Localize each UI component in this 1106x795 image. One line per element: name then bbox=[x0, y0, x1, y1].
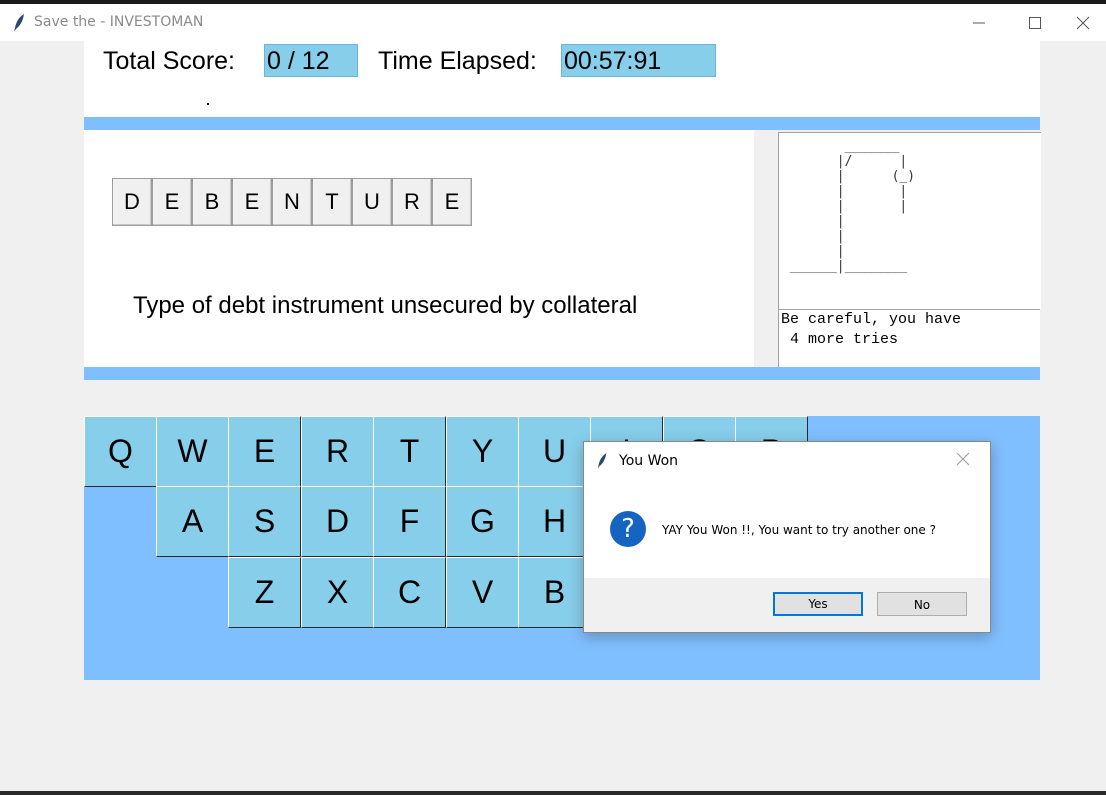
time-elapsed-field[interactable]: 00:57:91 bbox=[561, 44, 716, 77]
tries-line-1: Be careful, you have bbox=[781, 311, 962, 328]
dialog-message: YAY You Won !!, You want to try another … bbox=[662, 523, 936, 537]
dialog-close-icon[interactable] bbox=[956, 452, 970, 466]
key-r[interactable]: R bbox=[301, 416, 374, 487]
time-elapsed-label: Time Elapsed: bbox=[378, 47, 537, 75]
close-button[interactable] bbox=[1060, 4, 1106, 41]
key-b[interactable]: B bbox=[518, 557, 591, 628]
letter-tile: E bbox=[232, 178, 272, 226]
key-z[interactable]: Z bbox=[228, 557, 301, 628]
key-d[interactable]: D bbox=[301, 486, 374, 557]
letter-tile: B bbox=[192, 178, 232, 226]
key-w[interactable]: W bbox=[156, 416, 229, 487]
key-h[interactable]: H bbox=[518, 486, 591, 557]
dot-mark bbox=[207, 103, 209, 105]
letter-tile: U bbox=[352, 178, 392, 226]
you-won-dialog: You Won ? YAY You Won !!, You want to tr… bbox=[583, 441, 991, 633]
window-title: Save the - INVESTOMAN bbox=[34, 14, 204, 30]
key-t[interactable]: T bbox=[373, 416, 446, 487]
letter-tile: E bbox=[432, 178, 472, 226]
letter-tile: D bbox=[112, 178, 152, 226]
yes-button[interactable]: Yes bbox=[773, 592, 863, 616]
tries-line-2: 4 more tries bbox=[781, 331, 899, 348]
divider-bar-bottom bbox=[84, 367, 1040, 380]
key-g[interactable]: G bbox=[446, 486, 519, 557]
close-icon bbox=[1076, 16, 1090, 30]
dialog-title: You Won bbox=[619, 453, 679, 469]
maximize-icon bbox=[1029, 17, 1041, 29]
maximize-button[interactable] bbox=[1012, 4, 1058, 41]
tries-message: Be careful, you have 4 more tries bbox=[778, 309, 1040, 367]
divider-bar-top bbox=[84, 117, 1040, 130]
letter-tile: N bbox=[272, 178, 312, 226]
window-titlebar[interactable]: Save the - INVESTOMAN bbox=[0, 4, 1106, 41]
question-icon: ? bbox=[610, 511, 646, 547]
key-a[interactable]: A bbox=[156, 486, 229, 557]
window-bottom-border bbox=[0, 791, 1106, 795]
total-score-label: Total Score: bbox=[103, 47, 236, 75]
dialog-footer: Yes No bbox=[584, 578, 990, 632]
key-v[interactable]: V bbox=[446, 557, 519, 628]
key-u[interactable]: U bbox=[518, 416, 591, 487]
key-s[interactable]: S bbox=[228, 486, 301, 557]
minimize-icon bbox=[973, 22, 985, 24]
no-button[interactable]: No bbox=[877, 592, 967, 616]
minimize-button[interactable] bbox=[956, 4, 1002, 41]
key-e[interactable]: E bbox=[228, 416, 301, 487]
letter-tile: R bbox=[392, 178, 432, 226]
feather-icon bbox=[14, 14, 24, 32]
letter-tile: T bbox=[312, 178, 352, 226]
letter-tile: E bbox=[152, 178, 192, 226]
clue-text: Type of debt instrument unsecured by col… bbox=[133, 292, 638, 319]
hangman-drawing: _______ |/ | | (_) | | | | | | | ______|… bbox=[778, 132, 1041, 309]
key-c[interactable]: C bbox=[373, 557, 446, 628]
feather-icon bbox=[597, 453, 607, 469]
hangman-art: _______ |/ | | (_) | | | | | | | ______|… bbox=[789, 139, 916, 274]
word-panel: D E B E N T U R E Type of debt instrumen… bbox=[84, 130, 754, 367]
key-f[interactable]: F bbox=[373, 486, 446, 557]
score-panel: Total Score: 0 / 12 Time Elapsed: 00:57:… bbox=[84, 41, 1040, 117]
key-q[interactable]: Q bbox=[84, 416, 157, 487]
key-y[interactable]: Y bbox=[446, 416, 519, 487]
key-x[interactable]: X bbox=[301, 557, 374, 628]
total-score-field[interactable]: 0 / 12 bbox=[264, 44, 358, 77]
